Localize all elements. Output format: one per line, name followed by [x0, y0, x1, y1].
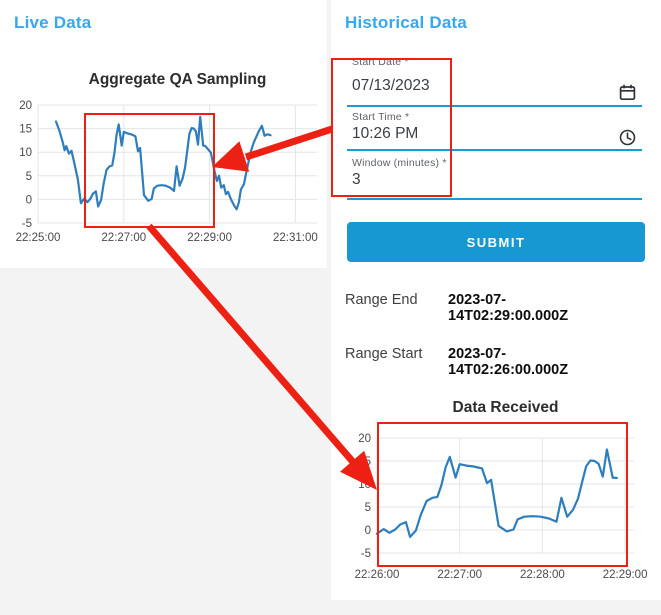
window-minutes-underline	[347, 198, 642, 200]
y-tick-label: 15	[358, 456, 371, 468]
live-chart: 20 15 10 5 0 -5 22:25:00 22:27:00 22:29:00 22:31:…	[16, 100, 318, 244]
x-tick-label: 22:31:00	[273, 232, 318, 244]
live-chart-title: Aggregate QA Sampling	[88, 71, 267, 88]
range-start-row: Range Start 2023-07-14T02:26:00.000Z	[345, 346, 568, 378]
range-end-value: 2023-07-14T02:29:00.000Z	[448, 292, 569, 324]
historical-data-panel: Historical Data Start Date * 07/13/2023 …	[331, 0, 661, 600]
y-tick-label: 20	[358, 433, 371, 445]
live-data-panel: Live Data Aggregate QA Sampling 20 15 10 5 0…	[0, 0, 327, 268]
x-tick-label: 22:29:00	[187, 232, 232, 244]
start-time-input[interactable]: 10:26 PM	[352, 125, 418, 143]
y-tick-label: 5	[365, 502, 371, 514]
start-date-input[interactable]: 07/13/2023	[352, 77, 430, 95]
start-date-underline	[347, 105, 642, 107]
data-line	[54, 115, 272, 211]
window-minutes-input[interactable]: 3	[352, 171, 361, 189]
range-end-row: Range End 2023-07-14T02:29:00.000Z	[345, 292, 568, 324]
submit-button[interactable]: SUBMIT	[347, 222, 645, 262]
start-date-label: Start Date *	[352, 56, 409, 68]
range-end-label: Range End	[345, 292, 418, 308]
y-tick-label: -5	[22, 218, 32, 230]
historical-data-heading: Historical Data	[345, 13, 468, 32]
start-time-underline	[347, 149, 642, 151]
x-tick-label: 22:29:00	[603, 569, 648, 581]
x-tick-label: 22:25:00	[16, 232, 61, 244]
start-time-label: Start Time *	[352, 111, 410, 123]
live-data-heading: Live Data	[14, 13, 92, 32]
received-chart: 20 15 10 5 0 -5 22:26:00 22:27:00 22:28:00 22:29:…	[355, 433, 648, 581]
y-tick-label: 5	[26, 171, 32, 183]
clock-icon[interactable]	[619, 129, 636, 146]
x-tick-label: 22:27:00	[101, 232, 146, 244]
y-tick-label: 0	[365, 525, 371, 537]
data-line	[375, 448, 618, 539]
range-start-label: Range Start	[345, 346, 423, 362]
y-tick-label: 10	[358, 479, 371, 491]
y-tick-label: 20	[19, 100, 32, 112]
x-tick-label: 22:27:00	[437, 569, 482, 581]
y-tick-label: 15	[19, 124, 32, 136]
y-tick-label: -5	[361, 548, 371, 560]
received-chart-title: Data Received	[452, 399, 559, 416]
x-tick-label: 22:26:00	[355, 569, 400, 581]
x-tick-label: 22:28:00	[520, 569, 565, 581]
range-start-value: 2023-07-14T02:26:00.000Z	[448, 346, 569, 378]
window-minutes-label: Window (minutes) *	[352, 157, 447, 169]
y-tick-label: 10	[19, 147, 32, 159]
y-tick-label: 0	[26, 194, 32, 206]
calendar-icon[interactable]	[619, 84, 636, 101]
